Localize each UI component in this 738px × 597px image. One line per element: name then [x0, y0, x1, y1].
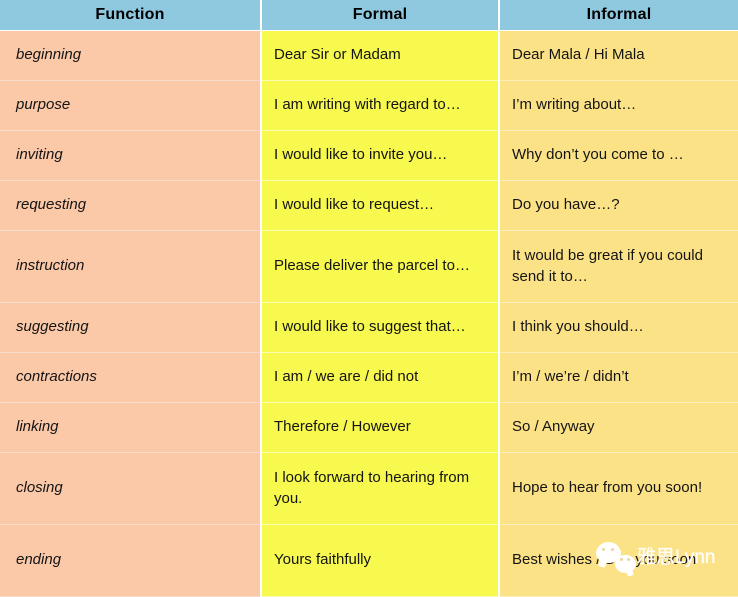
cell-formal: Please deliver the parcel to…	[261, 230, 500, 303]
cell-formal: Therefore / However	[261, 402, 500, 453]
cell-function: ending	[0, 524, 262, 597]
cell-informal: It would be great if you could send it t…	[499, 230, 738, 303]
table-row: inviting I would like to invite you… Why d…	[0, 130, 738, 181]
cell-formal: Dear Sir or Madam	[261, 30, 500, 81]
table-container: Function Formal Informal beginning Dear S…	[0, 0, 738, 597]
cell-formal: Yours faithfully	[261, 524, 500, 597]
cell-formal: I am writing with regard to…	[261, 80, 500, 131]
table-row: requesting I would like to request… Do you…	[0, 180, 738, 231]
cell-informal: Do you have…?	[499, 180, 738, 231]
table-header: Function Formal Informal	[0, 0, 738, 31]
table-header-row: Function Formal Informal	[0, 0, 738, 31]
formal-informal-comparison-table: Function Formal Informal beginning Dear S…	[0, 0, 738, 597]
column-header-informal: Informal	[499, 0, 738, 31]
cell-informal: I think you should…	[499, 302, 738, 353]
column-header-function: Function	[0, 0, 262, 31]
cell-informal: Best wishes / See you soon	[499, 524, 738, 597]
cell-formal: I look forward to hearing from you.	[261, 452, 500, 525]
cell-function: requesting	[0, 180, 262, 231]
cell-function: inviting	[0, 130, 262, 181]
cell-informal: I’m / we’re / didn’t	[499, 352, 738, 403]
table-row: contractions I am / we are / did not I’m /…	[0, 352, 738, 403]
cell-function: linking	[0, 402, 262, 453]
cell-formal: I am / we are / did not	[261, 352, 500, 403]
cell-informal: Hope to hear from you soon!	[499, 452, 738, 525]
cell-informal: Dear Mala / Hi Mala	[499, 30, 738, 81]
table-row: ending Yours faithfully Best wishes / See …	[0, 524, 738, 597]
cell-formal: I would like to suggest that…	[261, 302, 500, 353]
table-body: beginning Dear Sir or Madam Dear Mala / Hi…	[0, 30, 738, 597]
cell-informal: So / Anyway	[499, 402, 738, 453]
cell-formal: I would like to invite you…	[261, 130, 500, 181]
cell-function: contractions	[0, 352, 262, 403]
table-row: instruction Please deliver the parcel to……	[0, 230, 738, 303]
table-row: suggesting I would like to suggest that… I…	[0, 302, 738, 353]
cell-informal: Why don’t you come to …	[499, 130, 738, 181]
cell-formal: I would like to request…	[261, 180, 500, 231]
cell-function: purpose	[0, 80, 262, 131]
table-row: purpose I am writing with regard to… I’m w…	[0, 80, 738, 131]
table-row: beginning Dear Sir or Madam Dear Mala / Hi…	[0, 30, 738, 81]
cell-function: closing	[0, 452, 262, 525]
cell-function: instruction	[0, 230, 262, 303]
table-row: linking Therefore / However So / Anyway	[0, 402, 738, 453]
cell-function: beginning	[0, 30, 262, 81]
table-row: closing I look forward to hearing from yo…	[0, 452, 738, 525]
cell-function: suggesting	[0, 302, 262, 353]
column-header-formal: Formal	[261, 0, 500, 31]
cell-informal: I’m writing about…	[499, 80, 738, 131]
